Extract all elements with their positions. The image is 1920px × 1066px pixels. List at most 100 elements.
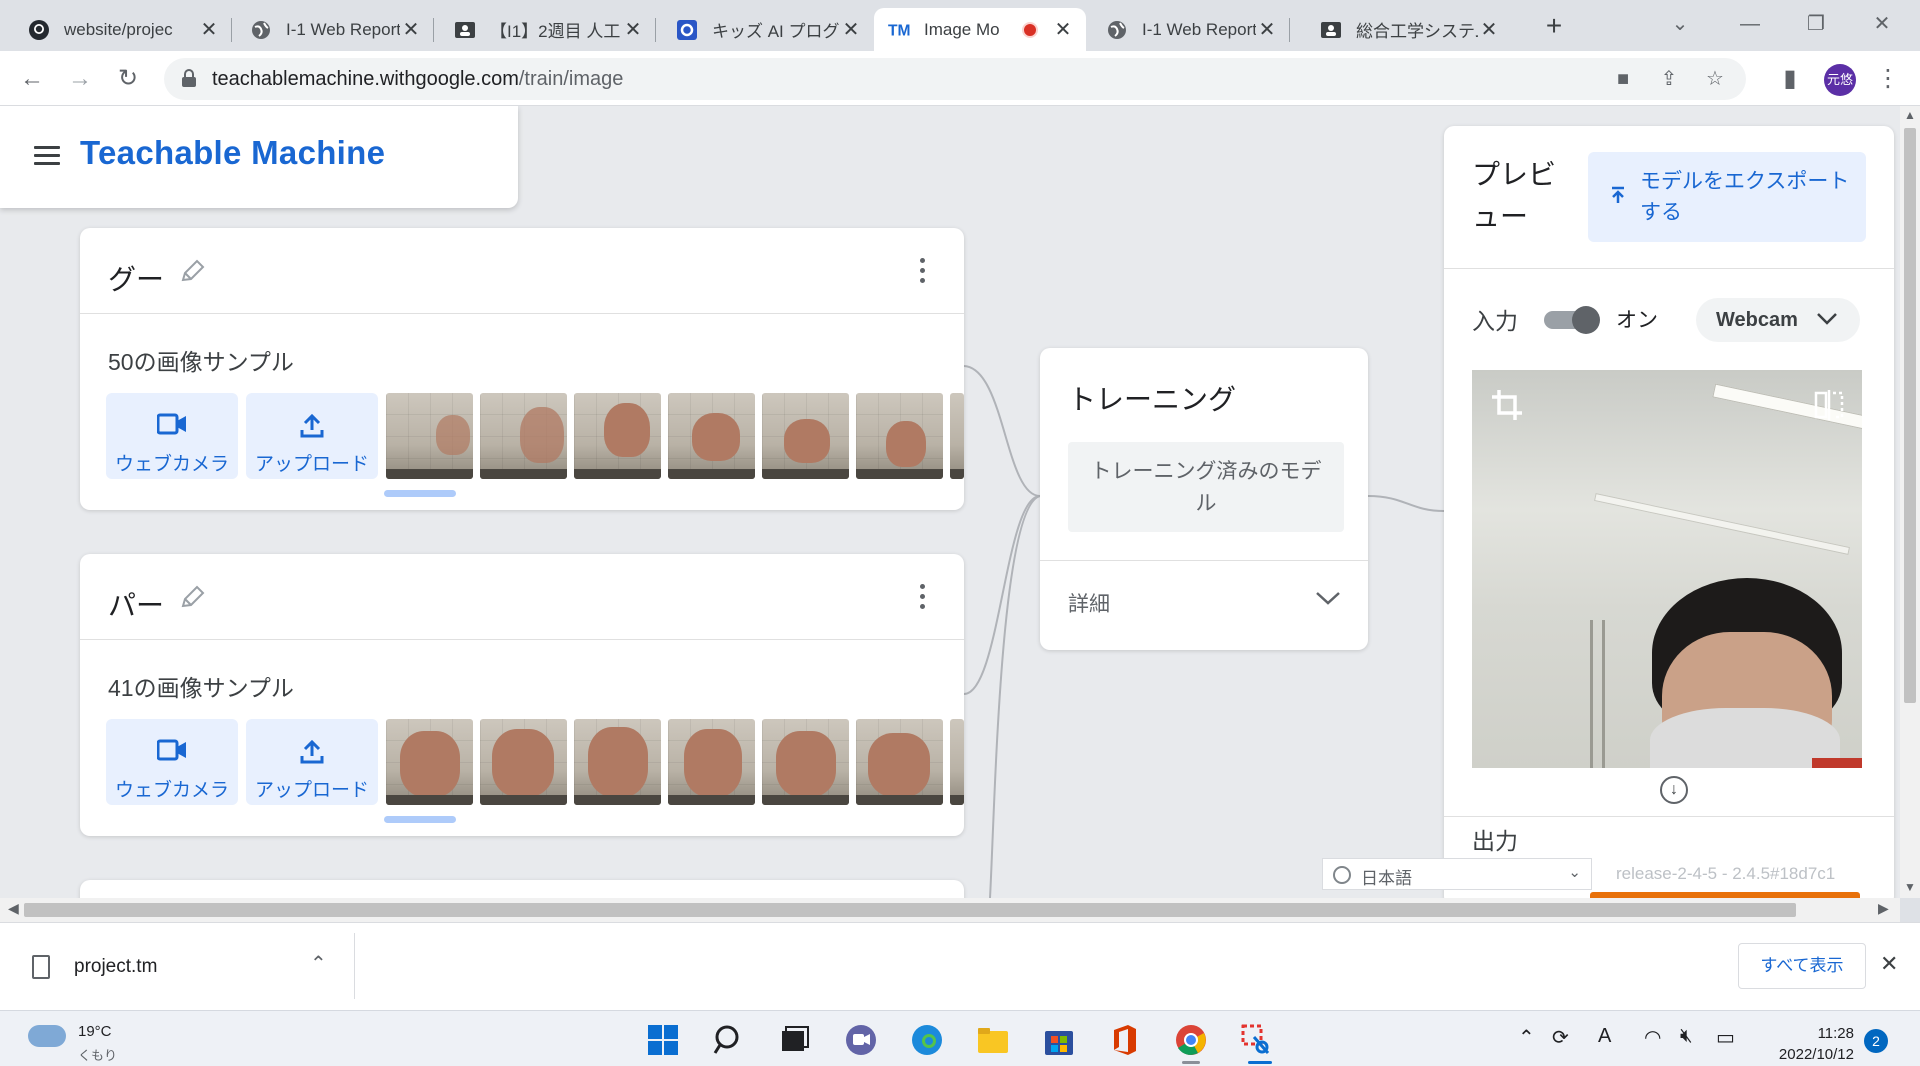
chevron-down-icon[interactable] bbox=[1314, 588, 1342, 608]
tm-logo-icon: TM bbox=[888, 19, 910, 41]
input-label: 入力 bbox=[1472, 308, 1518, 334]
edge-browser-icon[interactable] bbox=[910, 1023, 944, 1057]
ime-mode-icon[interactable]: A bbox=[1598, 1025, 1611, 1048]
thumbnail-scroll-indicator[interactable] bbox=[384, 490, 456, 497]
export-model-button[interactable]: モデルをエクスポートする bbox=[1588, 152, 1866, 242]
sample-thumbnail[interactable] bbox=[480, 393, 567, 479]
windows-start-icon[interactable] bbox=[646, 1023, 680, 1057]
sample-thumbnail[interactable] bbox=[386, 393, 473, 479]
volume-muted-icon[interactable]: 🔇︎ bbox=[1680, 1025, 1693, 1048]
lock-icon[interactable] bbox=[182, 69, 196, 87]
close-tab-icon[interactable]: ✕ bbox=[1256, 17, 1278, 42]
chevron-up-icon[interactable]: ⌃ bbox=[310, 951, 327, 976]
reload-icon[interactable]: ↻ bbox=[112, 63, 144, 95]
chevron-up-icon[interactable]: ⌃ bbox=[1518, 1025, 1535, 1050]
sample-thumbnail[interactable] bbox=[950, 719, 964, 805]
sample-thumbnail[interactable] bbox=[480, 719, 567, 805]
class-options-icon[interactable] bbox=[920, 584, 926, 610]
thumbnail-scroll-indicator[interactable] bbox=[384, 816, 456, 823]
new-tab-button[interactable]: + bbox=[1536, 8, 1572, 44]
tab-title: I-1 Web Report bbox=[286, 19, 400, 39]
class-name[interactable]: グー bbox=[108, 258, 164, 298]
sample-thumbnail[interactable] bbox=[762, 719, 849, 805]
back-icon[interactable]: ← bbox=[16, 63, 48, 95]
close-download-bar-icon[interactable]: ✕ bbox=[1880, 951, 1898, 977]
snipping-tool-icon[interactable] bbox=[1240, 1023, 1274, 1057]
sample-thumbnail[interactable] bbox=[950, 393, 964, 479]
edit-pencil-icon[interactable] bbox=[178, 584, 206, 612]
chrome-icon[interactable] bbox=[1174, 1023, 1208, 1057]
system-clock[interactable]: 11:28 2022/10/12 bbox=[1762, 1023, 1854, 1065]
webcam-button[interactable]: ウェブカメラ bbox=[106, 719, 238, 805]
side-panel-icon[interactable]: ▮ bbox=[1774, 63, 1806, 95]
restore-button[interactable]: ❐ bbox=[1786, 6, 1846, 42]
input-source-dropdown[interactable]: Webcam bbox=[1696, 298, 1860, 342]
notification-badge[interactable]: 2 bbox=[1864, 1029, 1888, 1053]
weather-condition[interactable]: くもり bbox=[78, 1045, 117, 1064]
close-tab-icon[interactable]: ✕ bbox=[840, 17, 862, 42]
teams-chat-icon[interactable] bbox=[844, 1023, 878, 1057]
flip-camera-icon[interactable] bbox=[1812, 388, 1846, 422]
close-tab-icon[interactable]: ✕ bbox=[400, 17, 422, 42]
sample-thumbnail[interactable] bbox=[574, 393, 661, 479]
cloud-icon[interactable] bbox=[28, 1025, 66, 1047]
output-label: 出力 bbox=[1472, 828, 1518, 854]
sample-thumbnail[interactable] bbox=[574, 719, 661, 805]
tab-2[interactable]: I-1 Web Report ✕ bbox=[236, 8, 434, 51]
app-header: Teachable Machine bbox=[0, 106, 518, 208]
office-icon[interactable] bbox=[1108, 1023, 1142, 1057]
horizontal-scrollbar[interactable]: ◀ ▶ bbox=[0, 898, 1900, 922]
tab-active-teachable-machine[interactable]: TM Image Mo ✕ bbox=[874, 8, 1086, 51]
task-view-icon[interactable] bbox=[778, 1023, 812, 1057]
minimize-button[interactable]: — bbox=[1720, 6, 1780, 42]
close-window-button[interactable]: ✕ bbox=[1852, 6, 1912, 42]
vertical-scrollbar[interactable]: ▲ ▼ bbox=[1900, 106, 1920, 898]
temperature[interactable]: 19°C bbox=[78, 1023, 112, 1040]
wifi-icon[interactable]: ◠ bbox=[1644, 1025, 1661, 1050]
train-model-button[interactable]: トレーニング済みのモデル bbox=[1068, 442, 1344, 532]
search-icon[interactable] bbox=[712, 1023, 746, 1057]
sample-thumbnail[interactable] bbox=[856, 393, 943, 479]
input-toggle[interactable] bbox=[1544, 306, 1600, 334]
download-filename[interactable]: project.tm bbox=[74, 956, 157, 978]
tab-7[interactable]: 総合工学システム ✕ bbox=[1306, 8, 1512, 51]
close-tab-icon[interactable]: ✕ bbox=[198, 17, 220, 42]
globe-icon bbox=[1106, 19, 1128, 41]
class-options-icon[interactable] bbox=[920, 258, 926, 284]
tab-3[interactable]: 【I1】2週目 人工 ✕ bbox=[440, 8, 656, 51]
upload-button[interactable]: アップロード bbox=[246, 393, 378, 479]
menu-icon[interactable] bbox=[34, 146, 60, 166]
url-text[interactable]: teachablemachine.withgoogle.com/train/im… bbox=[212, 68, 623, 91]
sample-thumbnail[interactable] bbox=[762, 393, 849, 479]
file-explorer-icon[interactable] bbox=[976, 1023, 1010, 1057]
address-bar[interactable]: teachablemachine.withgoogle.com/train/im… bbox=[164, 58, 1746, 100]
class-name[interactable]: パー bbox=[108, 584, 164, 624]
show-all-button[interactable]: すべて表示 bbox=[1738, 943, 1866, 989]
share-icon[interactable]: ⇪ bbox=[1654, 64, 1684, 94]
sample-thumbnail[interactable] bbox=[386, 719, 473, 805]
language-select[interactable]: 日本語 ⌄ bbox=[1322, 858, 1592, 890]
close-tab-icon[interactable]: ✕ bbox=[1478, 17, 1500, 42]
battery-icon[interactable]: ▭ bbox=[1716, 1025, 1735, 1050]
close-tab-icon[interactable]: ✕ bbox=[1052, 17, 1074, 42]
profile-avatar[interactable]: 元悠 bbox=[1824, 64, 1856, 96]
forward-icon[interactable]: → bbox=[64, 63, 96, 95]
webcam-button[interactable]: ウェブカメラ bbox=[106, 393, 238, 479]
tab-6[interactable]: I-1 Web Report ✕ bbox=[1092, 8, 1290, 51]
menu-kebab-icon[interactable]: ⋮ bbox=[1872, 63, 1904, 95]
sync-icon[interactable]: ⟳ bbox=[1552, 1025, 1569, 1050]
upload-button[interactable]: アップロード bbox=[246, 719, 378, 805]
crop-icon[interactable] bbox=[1490, 388, 1524, 422]
camera-in-use-icon[interactable]: ■ bbox=[1608, 64, 1638, 94]
tab-search-icon[interactable]: ⌄ bbox=[1650, 6, 1710, 42]
microsoft-store-icon[interactable] bbox=[1042, 1023, 1076, 1057]
bookmark-star-icon[interactable]: ☆ bbox=[1700, 64, 1730, 94]
tab-1[interactable]: website/projec ✕ bbox=[14, 8, 232, 51]
sample-thumbnail[interactable] bbox=[668, 393, 755, 479]
close-tab-icon[interactable]: ✕ bbox=[622, 17, 644, 42]
sample-thumbnail[interactable] bbox=[856, 719, 943, 805]
edit-pencil-icon[interactable] bbox=[178, 258, 206, 286]
tab-4[interactable]: キッズ AI プログラ ✕ bbox=[662, 8, 874, 51]
advanced-label[interactable]: 詳細 bbox=[1068, 588, 1110, 618]
sample-thumbnail[interactable] bbox=[668, 719, 755, 805]
